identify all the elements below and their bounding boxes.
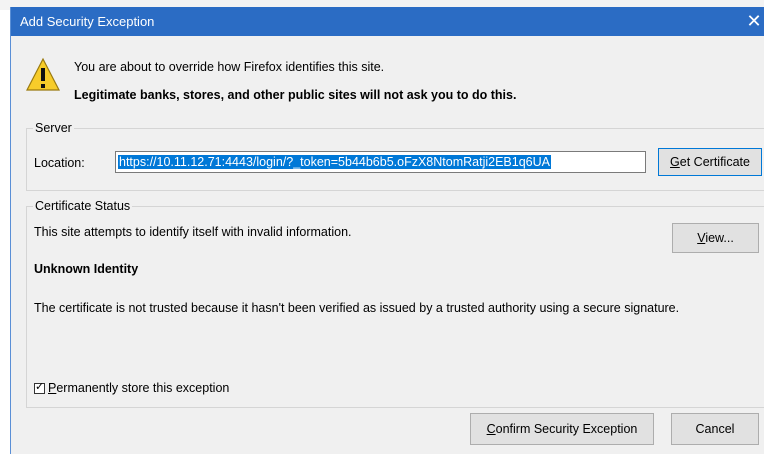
warning-emphasis: Legitimate banks, stores, and other publ… [74, 88, 517, 102]
certificate-status-group: Certificate Status This site attempts to… [26, 199, 764, 408]
dialog-title: Add Security Exception [20, 14, 155, 29]
permanent-store-checkbox[interactable]: ✓ [34, 381, 45, 394]
get-certificate-accesskey: G [670, 155, 680, 169]
permanent-store-option[interactable]: ✓ Permanently store this exception [34, 381, 229, 395]
warning-triangle-icon [26, 57, 60, 91]
title-bar[interactable]: Add Security Exception ✕ [11, 7, 764, 36]
get-certificate-label: et Certificate [679, 155, 750, 169]
location-value: https://10.11.12.71:4443/login/?_token=5… [118, 155, 551, 169]
unknown-identity-heading: Unknown Identity [34, 262, 139, 276]
server-group: Server Location: https://10.11.12.71:444… [26, 121, 764, 191]
trust-message: The certificate is not trusted because i… [34, 301, 680, 315]
get-certificate-button[interactable]: Get Certificate [658, 148, 762, 176]
permanent-label: ermanently store this exception [56, 381, 230, 395]
server-legend: Server [33, 121, 74, 135]
view-label: iew... [705, 231, 734, 245]
confirm-accesskey: C [486, 422, 496, 436]
location-input[interactable]: https://10.11.12.71:4443/login/?_token=5… [115, 151, 646, 173]
certificate-status-legend: Certificate Status [33, 199, 133, 213]
confirm-label: onfirm Security Exception [495, 422, 638, 436]
checkmark-icon: ✓ [35, 381, 45, 393]
add-security-exception-dialog: Add Security Exception ✕ You are about t… [10, 7, 764, 454]
location-label: Location: [34, 156, 85, 170]
view-button[interactable]: View... [672, 223, 759, 253]
status-message: This site attempts to identify itself wi… [34, 225, 352, 239]
confirm-security-exception-button[interactable]: Confirm Security Exception [470, 413, 654, 445]
cancel-button[interactable]: Cancel [671, 413, 759, 445]
warning-message: You are about to override how Firefox id… [74, 60, 385, 74]
close-icon[interactable]: ✕ [745, 10, 763, 32]
screen: Add Security Exception ✕ You are about t… [0, 0, 764, 454]
